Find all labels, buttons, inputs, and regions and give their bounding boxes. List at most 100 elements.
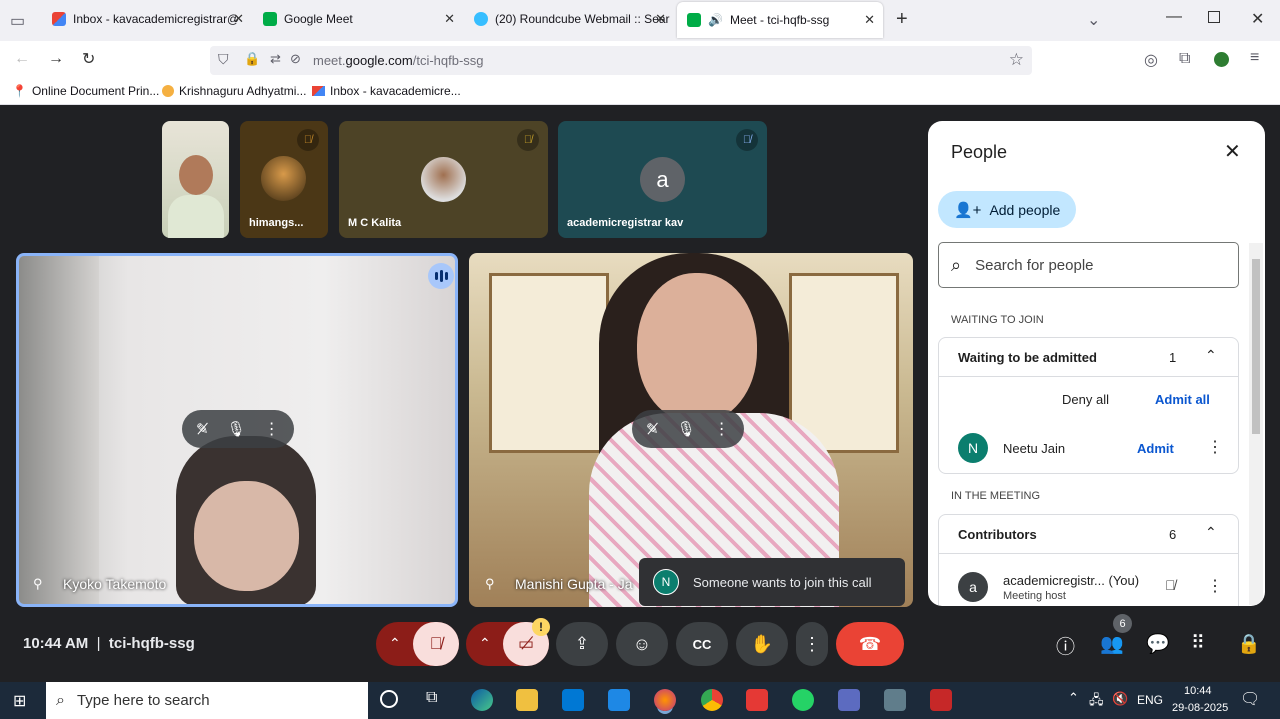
file-explorer-icon[interactable] (516, 689, 538, 711)
participant-tile[interactable]: 🎙̸ himangs... (240, 121, 328, 238)
extensions-icon[interactable]: ⧉ (1179, 50, 1190, 68)
chevron-up-icon[interactable]: ⌃ (1068, 690, 1079, 706)
mic-options-chevron-icon[interactable]: ⌃ (389, 635, 401, 652)
mic-off-icon[interactable]: 🎙̸ (1165, 577, 1176, 593)
speaking-indicator-icon (428, 263, 454, 289)
camera-blocked-icon[interactable]: ⊘ (290, 51, 301, 67)
firefox-icon[interactable] (654, 689, 676, 711)
leave-call-button[interactable]: ☎ (836, 622, 904, 666)
permissions-icon[interactable]: ⇄ (270, 51, 281, 67)
gmail-icon (312, 86, 325, 96)
more-options-icon[interactable]: ⋮ (714, 419, 730, 439)
wps-icon[interactable] (746, 689, 768, 711)
list-tabs-icon[interactable]: ⌄ (1087, 10, 1100, 30)
mic-icon[interactable]: 🎙 (677, 420, 696, 438)
bookmark-item[interactable]: Inbox - kavacademicre... (312, 84, 461, 98)
admit-all-button[interactable]: Admit all (1155, 392, 1210, 407)
new-tab-icon[interactable]: + (896, 8, 908, 31)
mail-icon[interactable] (608, 689, 630, 711)
participant-tile[interactable] (162, 121, 229, 238)
windows-start-icon[interactable]: ⊞ (13, 691, 26, 711)
chrome-icon[interactable] (701, 689, 723, 711)
mic-off-button[interactable]: 🎙̸ (413, 622, 459, 666)
app-icon[interactable] (838, 689, 860, 711)
maximize-icon[interactable] (1208, 11, 1220, 23)
shield-icon[interactable]: ⛉ (218, 51, 229, 68)
mic-icon[interactable]: 🎙 (227, 420, 246, 438)
clock-date[interactable]: 29-08-2025 (1172, 702, 1228, 714)
speaker-icon[interactable]: 🔊 (708, 13, 723, 27)
present-screen-button[interactable]: ⇪ (556, 622, 608, 666)
menu-icon[interactable]: ≡ (1250, 49, 1259, 67)
camera-options-chevron-icon[interactable]: ⌃ (479, 635, 491, 652)
cortana-icon[interactable] (380, 690, 398, 708)
chevron-up-icon[interactable]: ⌃ (1205, 524, 1217, 541)
search-input[interactable]: ⌕ Search for people (938, 242, 1239, 288)
meeting-details-icon[interactable]: ⓘ (1056, 632, 1075, 659)
people-icon[interactable]: 👥 (1100, 632, 1124, 656)
activities-icon[interactable]: ⠿ (1191, 632, 1205, 655)
edge-icon[interactable] (471, 689, 493, 711)
clock-time[interactable]: 10:44 (1184, 685, 1212, 697)
pin-icon: ⚲ (485, 576, 495, 591)
tile-controls: ✎̸ 🎙 ⋮ (182, 410, 294, 448)
close-tab-icon[interactable]: ✕ (233, 11, 244, 27)
chevron-up-icon[interactable]: ⌃ (1205, 347, 1217, 364)
unpin-icon[interactable]: ✎̸ (646, 420, 659, 438)
app-icon[interactable] (930, 689, 952, 711)
whatsapp-icon[interactable] (792, 689, 814, 711)
close-tab-icon[interactable]: ✕ (444, 11, 455, 27)
app-icon[interactable] (884, 689, 906, 711)
address-bar[interactable]: ⛉ 🔒 ⇄ ⊘ meet.google.com/tci-hqfb-ssg ☆ (210, 46, 1032, 75)
close-tab-icon[interactable]: ✕ (864, 12, 875, 28)
mic-off-icon: 🎙̸ (517, 129, 539, 151)
waiting-header[interactable]: Waiting to be admitted (958, 350, 1097, 365)
scrollbar-thumb[interactable] (1252, 259, 1260, 434)
tab-gmail[interactable]: Inbox - kavacademicregistrar@ ✕ (42, 0, 252, 37)
close-window-icon[interactable]: ✕ (1251, 9, 1264, 29)
more-options-button[interactable]: ⋮ (796, 622, 828, 666)
tab-meet-active[interactable]: 🔊 Meet - tci-hqfb-ssg ✕ (677, 2, 883, 38)
participant-tile-speaking[interactable]: ✎̸ 🎙 ⋮ ⚲ Kyoko Takemoto (16, 253, 458, 607)
more-options-icon[interactable]: ⋮ (1207, 576, 1223, 596)
back-icon[interactable]: ← (14, 50, 30, 68)
host-controls-icon[interactable]: 🔒 (1237, 632, 1261, 656)
network-icon[interactable]: 🖧 (1089, 691, 1104, 713)
chat-icon[interactable]: 💬 (1146, 632, 1170, 656)
minimize-icon[interactable]: — (1166, 8, 1182, 26)
scrollbar[interactable] (1249, 243, 1263, 605)
join-request-toast[interactable]: N Someone wants to join this call (639, 558, 905, 606)
unpin-icon[interactable]: ✎̸ (196, 420, 209, 438)
admit-button[interactable]: Admit (1137, 441, 1174, 456)
volume-muted-icon[interactable]: 🔇 (1112, 691, 1128, 707)
account-icon[interactable]: ◎ (1144, 50, 1158, 70)
taskbar-search[interactable]: ⌕ Type here to search (46, 682, 368, 719)
tab-google-meet[interactable]: Google Meet ✕ (253, 0, 463, 37)
deny-all-button[interactable]: Deny all (1062, 392, 1109, 407)
tab-overview-icon[interactable]: ▭ (10, 11, 25, 31)
raise-hand-button[interactable]: ✋ (736, 622, 788, 666)
notifications-icon[interactable]: 🗨 (1240, 689, 1260, 709)
tab-roundcube[interactable]: (20) Roundcube Webmail :: Sear ✕ (464, 0, 674, 37)
close-tab-icon[interactable]: ✕ (655, 11, 666, 27)
bookmark-star-icon[interactable]: ☆ (1009, 50, 1024, 70)
more-options-icon[interactable]: ⋮ (264, 419, 280, 439)
profile-icon[interactable] (1214, 52, 1229, 67)
language-indicator[interactable]: ENG (1137, 693, 1163, 707)
contributors-header[interactable]: Contributors (958, 527, 1037, 542)
store-icon[interactable] (562, 689, 584, 711)
forward-icon[interactable]: → (48, 50, 64, 68)
participant-tile[interactable]: a 🎙̸ academicregistrar kav (558, 121, 767, 238)
close-icon[interactable]: ✕ (1224, 139, 1241, 164)
more-options-icon[interactable]: ⋮ (1207, 437, 1223, 457)
bookmark-item[interactable]: Krishnaguru Adhyatmi... (162, 84, 306, 98)
participant-tile[interactable]: 🎙̸ M C Kalita (339, 121, 548, 238)
lock-icon[interactable]: 🔒 (244, 51, 260, 67)
bookmark-item[interactable]: 📍 Online Document Prin... (12, 84, 159, 98)
add-people-button[interactable]: 👤+ Add people (938, 191, 1076, 228)
captions-button[interactable]: CC (676, 622, 728, 666)
task-view-icon[interactable]: ⧉ (426, 689, 437, 707)
reactions-button[interactable]: ☺ (616, 622, 668, 666)
participant-tile[interactable]: ✎̸ 🎙 ⋮ ⚲ Manishi Gupta - Ja (469, 253, 913, 607)
reload-icon[interactable]: ↻ (82, 49, 95, 69)
